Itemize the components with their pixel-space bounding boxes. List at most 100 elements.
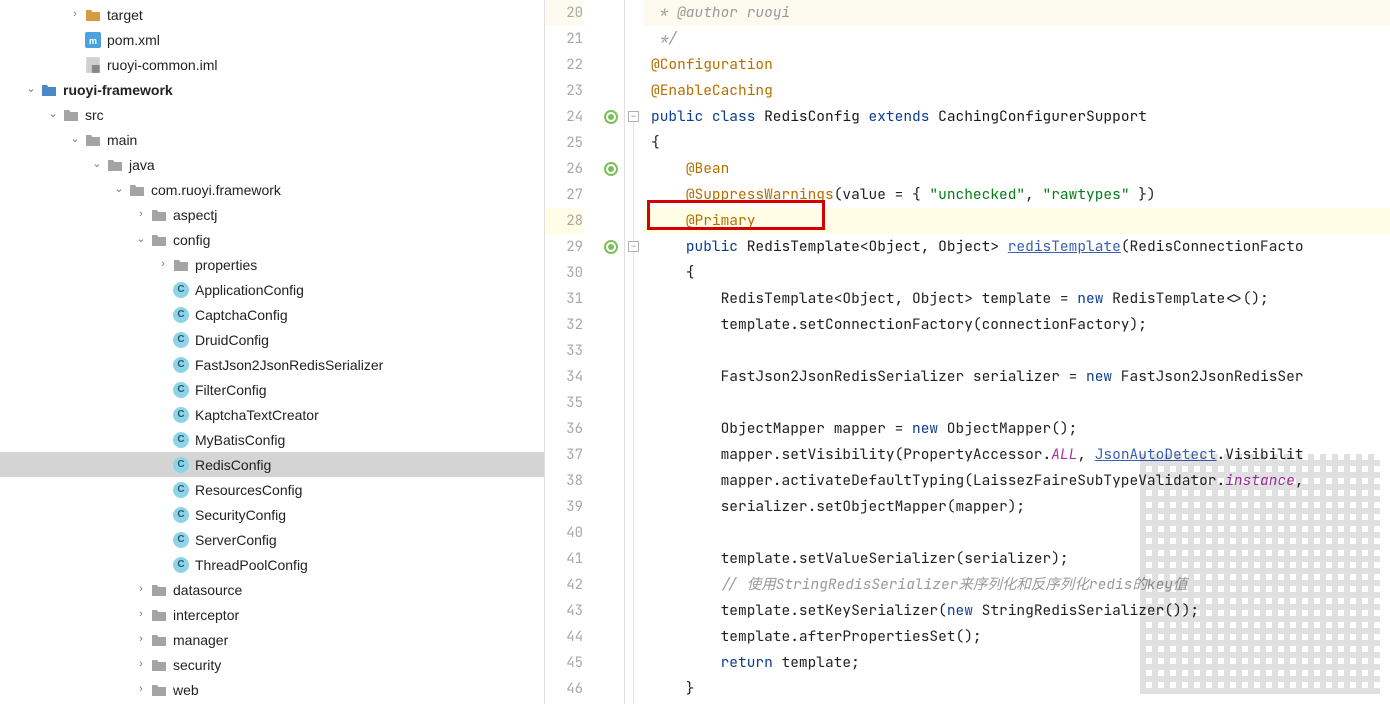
expand-arrow[interactable]: ›	[132, 652, 150, 677]
line-number[interactable]: 26	[545, 156, 583, 182]
code-line[interactable]: @Configuration	[643, 52, 1390, 78]
expand-arrow[interactable]: ⌄	[110, 177, 128, 202]
expand-arrow[interactable]: ›	[66, 2, 84, 27]
tree-item-java[interactable]: ⌄java	[0, 152, 544, 177]
tree-item-pom-xml[interactable]: mpom.xml	[0, 27, 544, 52]
code-line[interactable]: public RedisTemplate<Object, Object> red…	[643, 234, 1390, 260]
tree-item-kaptchatextcreator[interactable]: CKaptchaTextCreator	[0, 402, 544, 427]
line-number[interactable]: 35	[545, 390, 583, 416]
code-line[interactable]: {	[643, 130, 1390, 156]
tree-item-threadpoolconfig[interactable]: CThreadPoolConfig	[0, 552, 544, 577]
tree-item-interceptor[interactable]: ›interceptor	[0, 602, 544, 627]
expand-arrow[interactable]: ›	[132, 202, 150, 227]
tree-item-fastjson2jsonredisserializer[interactable]: CFastJson2JsonRedisSerializer	[0, 352, 544, 377]
code-line[interactable]: template.setConnectionFactory(connection…	[643, 312, 1390, 338]
tree-item-captchaconfig[interactable]: CCaptchaConfig	[0, 302, 544, 327]
line-number[interactable]: 25	[545, 130, 583, 156]
tree-item-aspectj[interactable]: ›aspectj	[0, 202, 544, 227]
line-number[interactable]: 36	[545, 416, 583, 442]
code-line[interactable]: mapper.activateDefaultTyping(LaissezFair…	[643, 468, 1390, 494]
gutter-icon-slot[interactable]	[597, 104, 624, 130]
tree-item-target[interactable]: ›target	[0, 2, 544, 27]
tree-item-filterconfig[interactable]: CFilterConfig	[0, 377, 544, 402]
line-number[interactable]: 43	[545, 598, 583, 624]
code-line[interactable]: return template;	[643, 650, 1390, 676]
fold-toggle[interactable]: −	[628, 111, 639, 122]
tree-item-applicationconfig[interactable]: CApplicationConfig	[0, 277, 544, 302]
tree-item-datasource[interactable]: ›datasource	[0, 577, 544, 602]
code-line[interactable]: * @author ruoyi	[643, 0, 1390, 26]
code-line[interactable]: @SuppressWarnings(value = { "unchecked",…	[643, 182, 1390, 208]
tree-item-main[interactable]: ⌄main	[0, 127, 544, 152]
expand-arrow[interactable]: ⌄	[132, 227, 150, 252]
expand-arrow[interactable]: ⌄	[44, 102, 62, 127]
code-line[interactable]: FastJson2JsonRedisSerializer serializer …	[643, 364, 1390, 390]
code-line[interactable]: // 使用StringRedisSerializer来序列化和反序列化redis…	[643, 572, 1390, 598]
code-line[interactable]: template.setKeySerializer(new StringRedi…	[643, 598, 1390, 624]
tree-item-manager[interactable]: ›manager	[0, 627, 544, 652]
tree-item-serverconfig[interactable]: CServerConfig	[0, 527, 544, 552]
tree-item-resourcesconfig[interactable]: CResourcesConfig	[0, 477, 544, 502]
line-number[interactable]: 45	[545, 650, 583, 676]
spring-bean-icon[interactable]	[604, 162, 618, 176]
line-number[interactable]: 42	[545, 572, 583, 598]
line-number[interactable]: 39	[545, 494, 583, 520]
tree-item-druidconfig[interactable]: CDruidConfig	[0, 327, 544, 352]
code-line[interactable]	[643, 390, 1390, 416]
tree-item-securityconfig[interactable]: CSecurityConfig	[0, 502, 544, 527]
tree-item-com-ruoyi-framework[interactable]: ⌄com.ruoyi.framework	[0, 177, 544, 202]
expand-arrow[interactable]: ›	[132, 577, 150, 602]
line-number[interactable]: 41	[545, 546, 583, 572]
fold-toggle[interactable]: −	[628, 241, 639, 252]
line-number[interactable]: 31	[545, 286, 583, 312]
expand-arrow[interactable]: ›	[154, 252, 172, 277]
tree-item-redisconfig[interactable]: CRedisConfig	[0, 452, 544, 477]
line-number[interactable]: 33	[545, 338, 583, 364]
expand-arrow[interactable]: ⌄	[22, 77, 40, 102]
expand-arrow[interactable]: ›	[132, 677, 150, 702]
line-number[interactable]: 37	[545, 442, 583, 468]
spring-bean-icon[interactable]	[604, 110, 618, 124]
code-line[interactable]: @EnableCaching	[643, 78, 1390, 104]
tree-item-web[interactable]: ›web	[0, 677, 544, 702]
tree-item-mybatisconfig[interactable]: CMyBatisConfig	[0, 427, 544, 452]
expand-arrow[interactable]: ›	[132, 627, 150, 652]
gutter-icons[interactable]	[597, 0, 625, 704]
line-number[interactable]: 22	[545, 52, 583, 78]
fold-strip[interactable]: − −	[625, 0, 643, 704]
code-line[interactable]: ObjectMapper mapper = new ObjectMapper()…	[643, 416, 1390, 442]
tree-item-config[interactable]: ⌄config	[0, 227, 544, 252]
line-number[interactable]: 40	[545, 520, 583, 546]
code-line[interactable]: serializer.setObjectMapper(mapper);	[643, 494, 1390, 520]
spring-bean-icon[interactable]	[604, 240, 618, 254]
code-line[interactable]: */	[643, 26, 1390, 52]
expand-arrow[interactable]: ⌄	[88, 152, 106, 177]
tree-item-security[interactable]: ›security	[0, 652, 544, 677]
line-number[interactable]: 21	[545, 26, 583, 52]
line-number[interactable]: 27	[545, 182, 583, 208]
line-number[interactable]: 29	[545, 234, 583, 260]
line-number-gutter[interactable]: 2021222324252627282930313233343536373839…	[545, 0, 597, 704]
code-line[interactable]: template.afterPropertiesSet();	[643, 624, 1390, 650]
line-number[interactable]: 20	[545, 0, 583, 26]
tree-item-properties[interactable]: ›properties	[0, 252, 544, 277]
code-area[interactable]: * @author ruoyi */@Configuration@EnableC…	[643, 0, 1390, 704]
expand-arrow[interactable]: ⌄	[66, 127, 84, 152]
code-line[interactable]: @Primary	[643, 208, 1390, 234]
tree-item-ruoyi-framework[interactable]: ⌄ruoyi-framework	[0, 77, 544, 102]
tree-item-src[interactable]: ⌄src	[0, 102, 544, 127]
code-line[interactable]	[643, 338, 1390, 364]
code-line[interactable]: {	[643, 260, 1390, 286]
gutter-icon-slot[interactable]	[597, 234, 624, 260]
line-number[interactable]: 44	[545, 624, 583, 650]
code-line[interactable]: template.setValueSerializer(serializer);	[643, 546, 1390, 572]
code-line[interactable]: @Bean	[643, 156, 1390, 182]
code-line[interactable]: public class RedisConfig extends Caching…	[643, 104, 1390, 130]
line-number[interactable]: 34	[545, 364, 583, 390]
expand-arrow[interactable]: ›	[132, 602, 150, 627]
gutter-icon-slot[interactable]	[597, 156, 624, 182]
line-number[interactable]: 32	[545, 312, 583, 338]
project-tree-panel[interactable]: ›targetmpom.xmlruoyi-common.iml⌄ruoyi-fr…	[0, 0, 545, 704]
code-line[interactable]: mapper.setVisibility(PropertyAccessor.AL…	[643, 442, 1390, 468]
code-line[interactable]	[643, 520, 1390, 546]
